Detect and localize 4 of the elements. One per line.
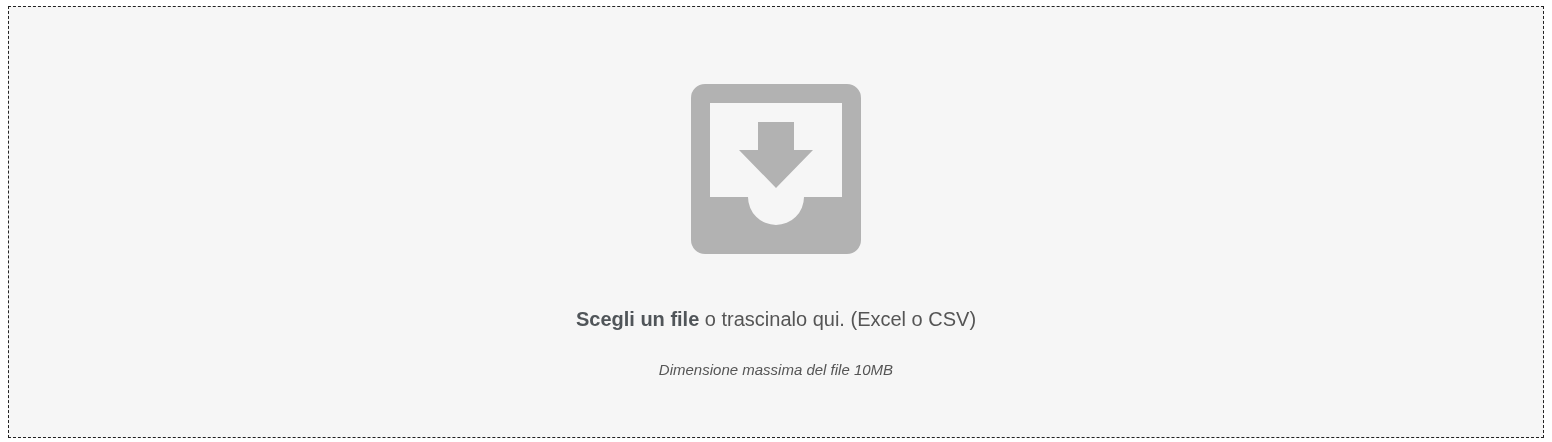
upload-prompt: Scegli un file o trascinalo qui. (Excel o CSV): [575, 308, 977, 331]
inbox-download-icon: [691, 84, 861, 254]
file-size-note: Dimensione massima del file 10MB: [658, 361, 894, 378]
file-drop-zone[interactable]: Scegli un file o trascinalo qui. (Excel o CSV) Dimensione massima del file 10MB: [8, 6, 1544, 438]
